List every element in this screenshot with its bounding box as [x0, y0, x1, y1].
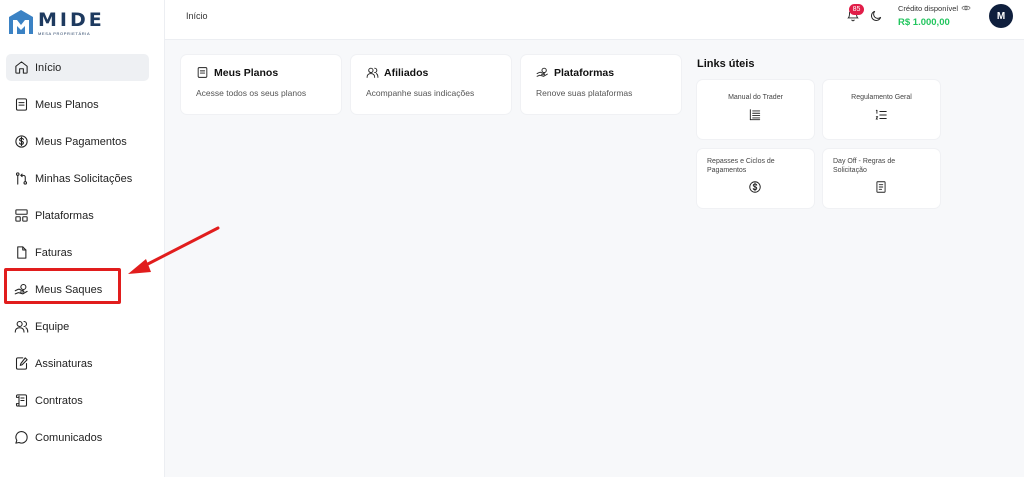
sidebar-item-comunicados[interactable]: Comunicados [6, 424, 149, 451]
sidebar-item-label: Assinaturas [35, 357, 93, 370]
sidebar-item-label: Plataformas [35, 209, 94, 222]
sidebar: MIDE MESA PROPRIETÁRIA Início Meus Plano… [0, 0, 165, 477]
card-title: Plataformas [554, 66, 615, 79]
link-repasses-e-ciclos[interactable]: Repasses e Ciclos de Pagamentos [697, 149, 814, 208]
users-icon [366, 67, 379, 78]
credit-value: R$ 1.000,00 [898, 17, 950, 28]
sidebar-item-plataformas[interactable]: Plataformas [6, 202, 149, 229]
avatar[interactable]: M [989, 4, 1013, 28]
sidebar-item-meus-planos[interactable]: Meus Planos [6, 91, 149, 118]
card-description: Acesse todos os seus planos [196, 88, 307, 98]
card-meus-planos[interactable]: Meus Planos Acesse todos os seus planos [181, 55, 341, 114]
link-label: Regulamento Geral [851, 94, 912, 101]
sidebar-item-assinaturas[interactable]: Assinaturas [6, 350, 149, 377]
signature-icon [14, 356, 29, 371]
sidebar-item-meus-pagamentos[interactable]: Meus Pagamentos [6, 128, 149, 155]
moon-icon [871, 10, 882, 21]
card-title: Afiliados [384, 66, 429, 79]
dollar-circle-icon [14, 134, 29, 149]
sidebar-item-label: Meus Planos [35, 98, 99, 111]
home-icon [14, 60, 29, 75]
sidebar-item-equipe[interactable]: Equipe [6, 313, 149, 340]
message-circle-icon [14, 430, 29, 445]
file-icon [14, 245, 29, 260]
sidebar-item-label: Comunicados [35, 431, 103, 444]
sidebar-nav: Início Meus Planos Meus Pagamentos Minha… [6, 54, 149, 461]
sidebar-item-faturas[interactable]: Faturas [6, 239, 149, 266]
list-ordered-icon [874, 108, 888, 122]
links-section-title: Links úteis [697, 58, 755, 70]
credit-display: Crédito disponível R$ 1.000,00 [898, 3, 971, 28]
link-day-off[interactable]: Day Off - Regras de Solicitação [823, 149, 940, 208]
sidebar-item-inicio[interactable]: Início [6, 54, 149, 81]
notification-badge: 85 [849, 4, 864, 15]
document-icon [874, 180, 888, 194]
plan-icon [14, 97, 29, 112]
users-icon [14, 319, 29, 334]
sidebar-item-label: Equipe [35, 320, 70, 333]
sidebar-item-label: Faturas [35, 246, 73, 259]
link-label: Manual do Trader [728, 94, 783, 101]
brand-logo[interactable]: MIDE MESA PROPRIETÁRIA [8, 9, 105, 36]
theme-toggle-button[interactable] [869, 9, 883, 23]
breadcrumb[interactable]: Início [186, 11, 208, 21]
card-description: Renove suas plataformas [536, 88, 633, 98]
link-label: Repasses e Ciclos de Pagamentos [707, 158, 775, 174]
logo-mark-icon [9, 10, 33, 34]
card-title: Meus Planos [214, 66, 279, 79]
sidebar-item-label: Minhas Solicitações [35, 172, 133, 185]
plan-icon [197, 67, 208, 78]
link-label: Day Off - Regras de Solicitação [833, 158, 896, 174]
list-icon [748, 108, 762, 122]
brand-tagline: MESA PROPRIETÁRIA [38, 31, 91, 36]
link-regulamento-geral[interactable]: Regulamento Geral [823, 80, 940, 139]
sidebar-item-meus-saques[interactable]: Meus Saques [6, 276, 149, 303]
layout-icon [14, 208, 29, 223]
sidebar-item-minhas-solicitacoes[interactable]: Minhas Solicitações [6, 165, 149, 192]
sidebar-item-contratos[interactable]: Contratos [6, 387, 149, 414]
card-description: Acompanhe suas indicações [366, 88, 475, 98]
dollar-circle-icon [748, 180, 762, 194]
link-manual-do-trader[interactable]: Manual do Trader [697, 80, 814, 139]
sidebar-item-label: Contratos [35, 394, 83, 407]
card-plataformas[interactable]: Plataformas Renove suas plataformas [521, 55, 681, 114]
withdraw-hand-icon [14, 282, 29, 297]
git-pull-icon [14, 171, 29, 186]
top-header: Início 85 Crédito disponível R$ 1.000,00… [165, 0, 1024, 40]
withdraw-hand-icon [536, 67, 548, 77]
sidebar-item-label: Meus Pagamentos [35, 135, 127, 148]
credit-label: Crédito disponível [898, 3, 959, 13]
sidebar-item-label: Meus Saques [35, 283, 103, 296]
card-afiliados[interactable]: Afiliados Acompanhe suas indicações [351, 55, 511, 114]
eye-icon[interactable] [961, 3, 971, 13]
scroll-icon [14, 393, 29, 408]
sidebar-item-label: Início [35, 61, 62, 74]
brand-name: MIDE [38, 9, 105, 31]
